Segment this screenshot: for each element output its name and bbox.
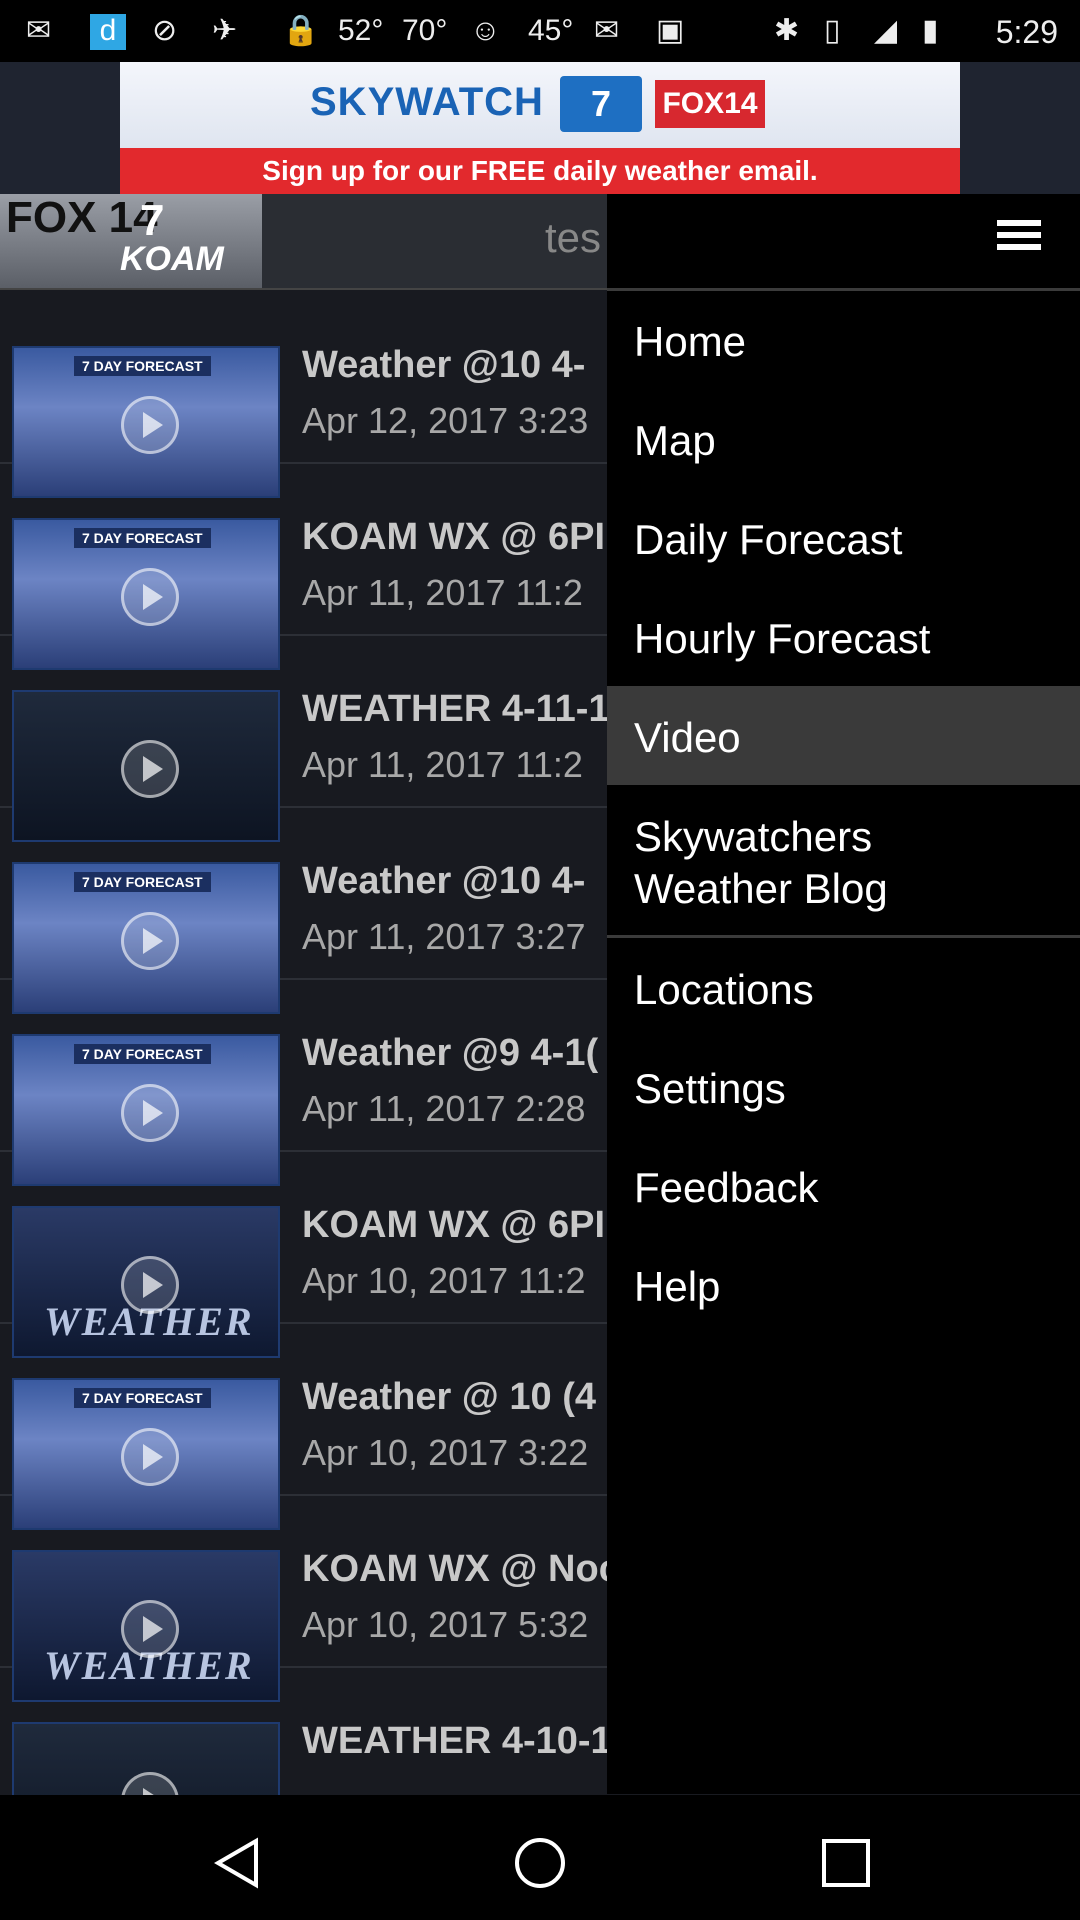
- play-icon: [121, 568, 179, 626]
- menu-item-label: Home: [634, 318, 747, 365]
- menu-item-label: Daily Forecast: [634, 516, 903, 563]
- menu-item-feedback[interactable]: Feedback: [607, 1136, 1080, 1235]
- menu-item-video[interactable]: Video: [607, 686, 1080, 785]
- back-icon[interactable]: [210, 1835, 266, 1891]
- video-date: Apr 10, 2017 11:2: [302, 1260, 586, 1301]
- video-title: WEATHER 4-10-1: [302, 1720, 612, 1762]
- status-bar: ✉ d ⊘ ✈ 🔒 52° 70° ☺ 45° ✉ ▣ ✱ ▯ ◢ ▮ 5:29: [0, 0, 1080, 62]
- seven-logo-text: 7: [140, 196, 165, 245]
- sync-icon: ⊘: [152, 14, 178, 47]
- video-date: Apr 11, 2017 3:27: [302, 916, 586, 957]
- ad-cta: Sign up for our FREE daily weather email…: [120, 148, 960, 194]
- navigation-drawer: Home Map Daily Forecast Hourly Forecast …: [607, 194, 1080, 1794]
- video-date: Apr 11, 2017 2:28: [302, 1088, 586, 1129]
- clock: 5:29: [995, 14, 1058, 50]
- station-logo[interactable]: FOX 14 7 KOAM: [0, 194, 262, 288]
- play-icon: [121, 1084, 179, 1142]
- play-icon: [121, 1256, 179, 1314]
- thumb-label: 7 DAY FORECAST: [74, 1388, 211, 1408]
- menu-item-label: Video: [634, 714, 741, 761]
- menu-item-label: Map: [634, 417, 716, 464]
- menu-item-home[interactable]: Home: [607, 290, 1080, 389]
- video-date: Apr 11, 2017 11:2: [302, 744, 583, 785]
- temp-2: 70°: [402, 14, 448, 47]
- koam-logo-text: KOAM: [120, 240, 224, 278]
- video-date: Apr 12, 2017 3:23: [302, 400, 589, 441]
- menu-item-help[interactable]: Help: [607, 1235, 1080, 1334]
- thumb-label: 7 DAY FORECAST: [74, 528, 211, 548]
- d-app-icon: d: [90, 14, 126, 50]
- video-date: Apr 10, 2017 5:32: [302, 1604, 589, 1645]
- vibrate-icon: ▯: [824, 14, 841, 47]
- koam-7-logo: 7: [560, 76, 642, 132]
- play-icon: [121, 1772, 179, 1795]
- menu-item-label: Hourly Forecast: [634, 615, 931, 662]
- inbox-icon: ✉: [594, 14, 620, 47]
- lock-icon: 🔒: [282, 14, 320, 47]
- play-icon: [121, 912, 179, 970]
- menu-item-label: Locations: [634, 966, 814, 1013]
- menu-item-weather-blog[interactable]: Skywatchers Weather Blog: [607, 785, 1080, 938]
- ad-logos: SKYWATCH 7 FOX14: [120, 62, 960, 148]
- bluetooth-icon: ✱: [774, 14, 800, 47]
- menu-item-label: Skywatchers Weather Blog: [634, 813, 888, 912]
- menu-item-daily-forecast[interactable]: Daily Forecast: [607, 488, 1080, 587]
- fox-logo-text: FOX 14: [6, 193, 158, 242]
- menu-item-locations[interactable]: Locations: [607, 938, 1080, 1037]
- video-title: Weather @10 4-: [302, 860, 586, 902]
- temp-1: 52°: [338, 14, 384, 47]
- video-title: KOAM WX @ Noc: [302, 1548, 620, 1590]
- thumb-label: 7 DAY FORECAST: [74, 1044, 211, 1064]
- play-icon: [121, 740, 179, 798]
- menu-item-map[interactable]: Map: [607, 389, 1080, 488]
- ad-container: SKYWATCH 7 FOX14 Sign up for our FREE da…: [0, 62, 1080, 194]
- menu-item-settings[interactable]: Settings: [607, 1037, 1080, 1136]
- ad-banner[interactable]: SKYWATCH 7 FOX14 Sign up for our FREE da…: [120, 62, 960, 194]
- home-icon[interactable]: [512, 1835, 568, 1891]
- video-date: Apr 11, 2017 11:2: [302, 572, 583, 613]
- video-title: Weather @ 10 (4: [302, 1376, 597, 1418]
- menu-item-label: Feedback: [634, 1164, 819, 1211]
- menu-icon[interactable]: [997, 220, 1041, 262]
- page-title: tes: [545, 214, 602, 261]
- message-icon: ✉: [26, 14, 52, 47]
- video-title: WEATHER 4-11-1: [302, 688, 610, 730]
- thumb-label: 7 DAY FORECAST: [74, 356, 211, 376]
- menu-item-label: Settings: [634, 1065, 786, 1112]
- video-title: Weather @9 4-1(: [302, 1032, 599, 1074]
- video-title: Weather @10 4-: [302, 344, 586, 386]
- battery-icon: ▮: [922, 14, 939, 47]
- video-title: KOAM WX @ 6PI: [302, 516, 606, 558]
- drawer-header: [607, 194, 1080, 291]
- video-title: KOAM WX @ 6PI: [302, 1204, 606, 1246]
- menu-item-label: Help: [634, 1263, 721, 1310]
- recents-icon[interactable]: [818, 1835, 874, 1891]
- airplane-icon: ✈: [212, 14, 238, 47]
- skywatch-logo: SKYWATCH: [310, 80, 544, 124]
- play-icon: [121, 1428, 179, 1486]
- play-icon: [121, 1600, 179, 1658]
- video-date: Apr 10, 2017 3:22: [302, 1432, 589, 1473]
- menu-item-hourly-forecast[interactable]: Hourly Forecast: [607, 587, 1080, 686]
- thumb-label: 7 DAY FORECAST: [74, 872, 211, 892]
- system-nav-bar: [0, 1795, 1080, 1920]
- cat-icon: ☺: [470, 14, 501, 47]
- temp-3: 45°: [528, 14, 574, 47]
- video-thumbnail: [12, 1722, 280, 1795]
- briefcase-icon: ▣: [656, 14, 685, 47]
- signal-icon: ◢: [874, 14, 898, 47]
- play-icon: [121, 396, 179, 454]
- fox14-logo: FOX14: [655, 80, 765, 128]
